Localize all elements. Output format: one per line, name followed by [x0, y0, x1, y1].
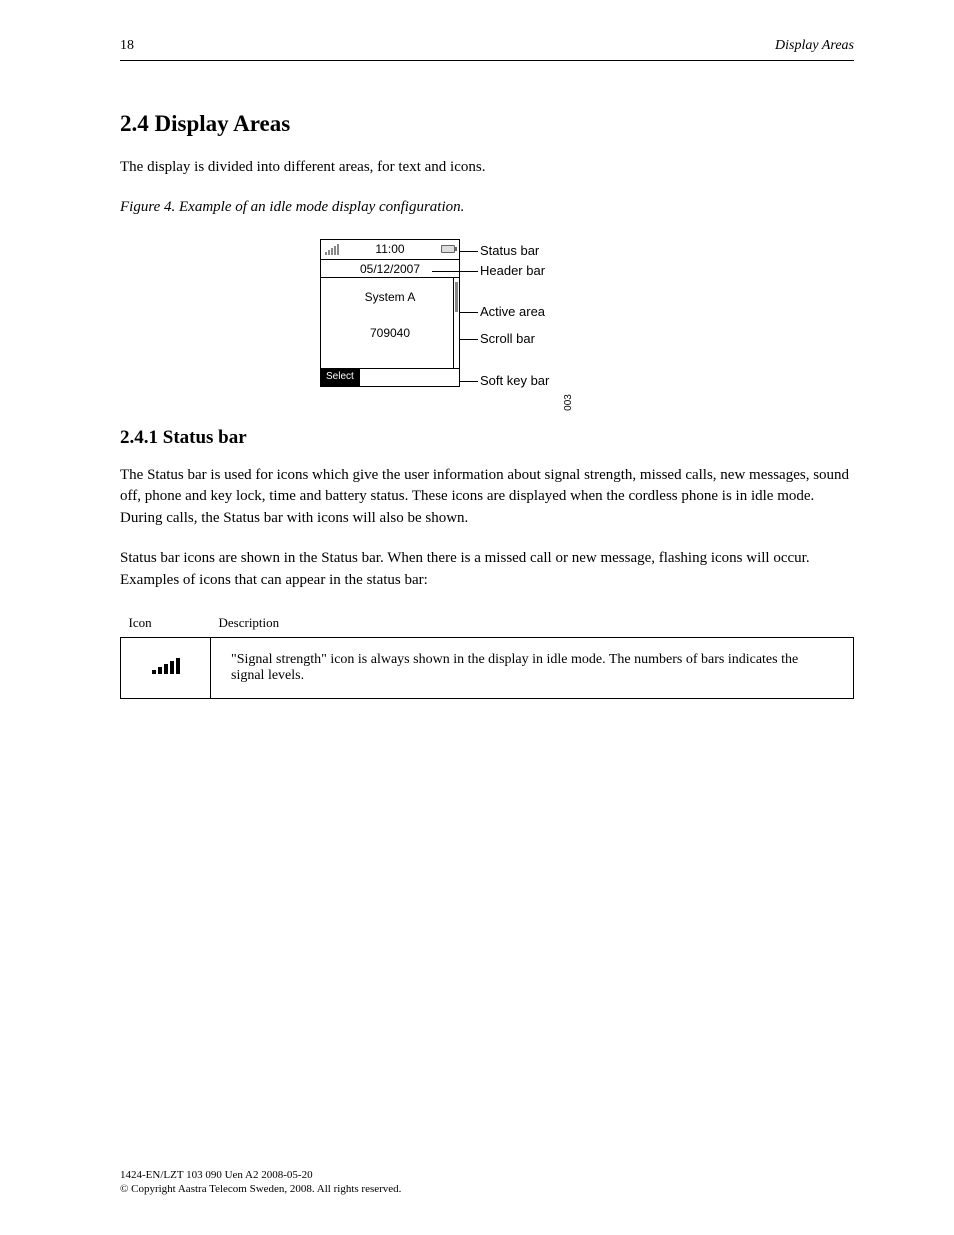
device-screen: 11:00 05/12/2007 System A 709040 Select	[320, 239, 460, 387]
page-number: 18	[120, 38, 134, 54]
figure-sidenum: 003	[563, 394, 574, 411]
table-row: "Signal strength" icon is always shown i…	[121, 638, 854, 699]
battery-icon	[441, 245, 455, 253]
col-icon: Icon	[121, 609, 211, 638]
callout-status: Status bar	[480, 243, 539, 258]
callout-active: Active area	[480, 304, 545, 319]
signal-icon	[325, 244, 339, 255]
active-area: System A 709040	[321, 278, 459, 368]
footer-docid: 1424-EN/LZT 103 090 Uen A2 2008-05-20	[120, 1169, 854, 1181]
signal-strength-icon	[152, 658, 180, 674]
intro-paragraph: The display is divided into different ar…	[120, 157, 854, 179]
icon-cell	[121, 638, 211, 699]
subsection-heading: 2.4.1 Status bar	[120, 427, 854, 449]
status-paragraph-2: Status bar icons are shown in the Status…	[120, 548, 854, 592]
callout-header: Header bar	[480, 263, 545, 278]
status-bar-row: 11:00	[321, 240, 459, 260]
page-footer: 1424-EN/LZT 103 090 Uen A2 2008-05-20 © …	[120, 1169, 854, 1195]
footer-copyright: © Copyright Aastra Telecom Sweden, 2008.…	[120, 1183, 854, 1195]
softkey-select: Select	[321, 369, 360, 386]
header-bar-row: 05/12/2007	[321, 260, 459, 278]
status-time: 11:00	[375, 242, 404, 256]
running-title: Display Areas	[775, 38, 854, 54]
section-heading: 2.4 Display Areas	[120, 111, 854, 137]
status-paragraph-1: The Status bar is used for icons which g…	[120, 465, 854, 530]
figure-4: 11:00 05/12/2007 System A 709040 Select …	[320, 239, 720, 387]
desc-cell: "Signal strength" icon is always shown i…	[211, 638, 854, 699]
system-name: System A	[321, 278, 459, 304]
callout-scroll: Scroll bar	[480, 331, 535, 346]
icon-table: Icon Description "Signal strength" icon …	[120, 609, 854, 699]
callout-softkey: Soft key bar	[480, 373, 549, 388]
figure-caption: Figure 4. Example of an idle mode displa…	[120, 197, 854, 219]
col-desc: Description	[211, 609, 854, 638]
device-id: 709040	[321, 304, 459, 340]
scrollbar	[453, 278, 459, 368]
softkey-bar: Select	[321, 368, 459, 386]
